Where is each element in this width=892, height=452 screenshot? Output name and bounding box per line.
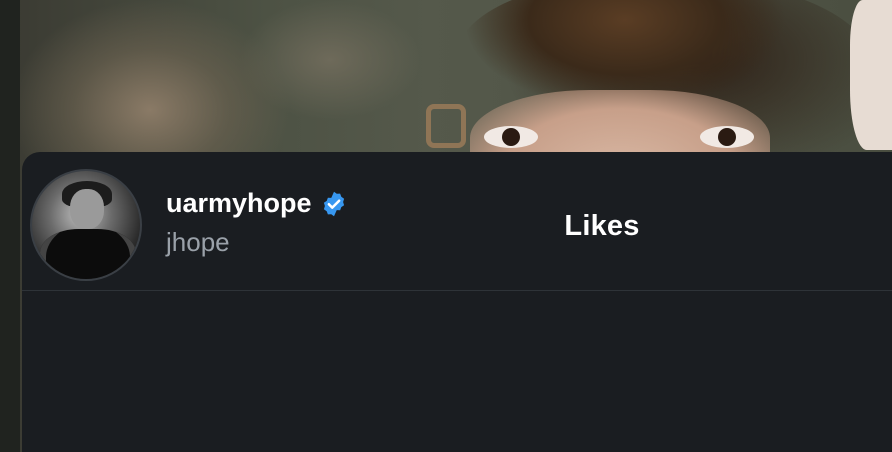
username-line: uarmyhope <box>166 188 348 219</box>
user-info: uarmyhope jhope <box>166 188 348 258</box>
avatar[interactable] <box>30 169 142 281</box>
verified-badge-icon <box>323 191 344 216</box>
like-list-item[interactable]: uarmyhope jhope <box>30 167 850 283</box>
app-viewport: Likes uarmyhope jhope <box>0 0 892 452</box>
full-name: jhope <box>166 227 230 257</box>
username[interactable]: uarmyhope <box>166 188 312 219</box>
